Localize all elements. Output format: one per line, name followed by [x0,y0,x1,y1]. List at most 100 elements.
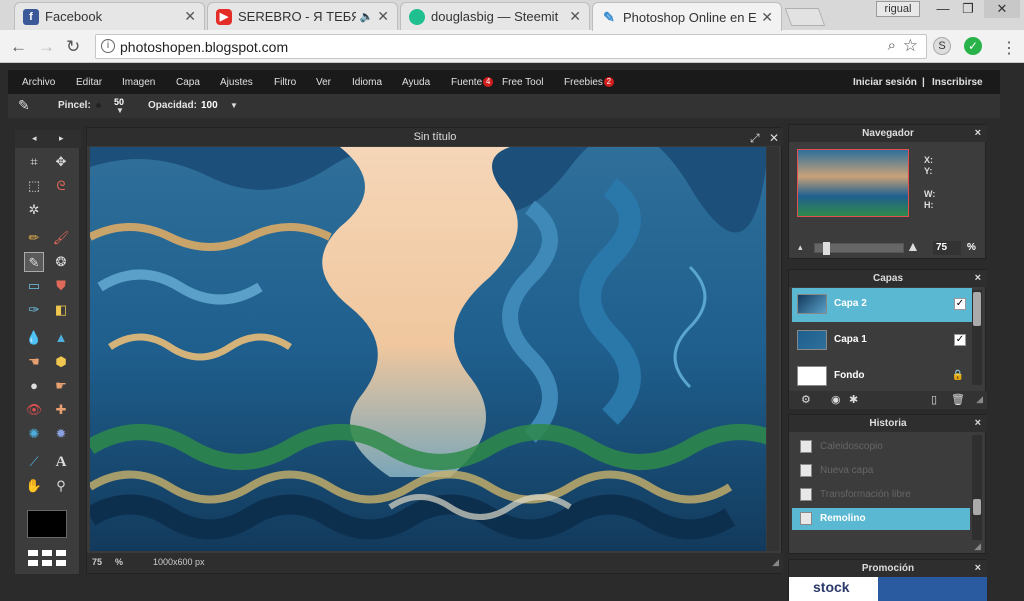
close-icon[interactable]: × [975,125,981,142]
close-icon[interactable]: × [975,415,981,432]
layer-style-icon[interactable]: ✱ [849,393,858,406]
crop-tool-icon[interactable]: ⌗ [24,152,44,172]
login-link[interactable]: Iniciar sesión [853,77,917,88]
layer-mask-icon[interactable]: ◉ [831,393,841,406]
layers-scrollbar[interactable] [972,290,982,385]
layer-capa-2[interactable]: Capa 2 ✓ [792,288,972,322]
close-window-icon[interactable]: ✕ [984,0,1020,18]
zoom-slider[interactable] [814,242,904,255]
pinch-tool-icon[interactable]: ✹ [51,424,71,444]
menu-idioma[interactable]: Idioma [352,77,382,88]
navigator-thumbnail[interactable] [797,149,909,217]
arrow-left-icon[interactable]: ◂ [32,133,37,144]
minimize-icon[interactable]: — [930,0,956,18]
navigator-zoom-input[interactable]: 75 [933,241,961,255]
layer-fondo[interactable]: Fondo 🔒 [792,360,972,394]
resize-grip-icon[interactable]: ◢ [976,394,983,405]
zoom-in-mountain-icon[interactable]: ▲ [906,238,920,254]
forward-icon[interactable]: → [38,37,55,57]
layer-settings-icon[interactable]: ⚙ [801,393,811,406]
bloat-tool-icon[interactable]: ✺ [24,424,44,444]
eraser-tool-icon[interactable]: ◧ [51,300,71,320]
burn-tool-icon[interactable]: ☛ [51,376,71,396]
menu-freebies[interactable]: Freebies 2 [564,77,614,88]
lasso-tool-icon[interactable]: ᘓ [51,176,71,196]
zoom-value[interactable]: 75 [92,557,102,567]
menu-imagen[interactable]: Imagen [122,77,155,88]
text-tool-icon[interactable]: A [51,452,71,472]
close-icon[interactable]: ✕ [184,8,196,25]
speaker-icon[interactable]: 🔈 [360,10,374,23]
zoom-icon[interactable]: ⌕ [888,37,896,54]
chevron-down-icon[interactable]: ▼ [230,101,238,110]
menu-editar[interactable]: Editar [76,77,102,88]
grid-layout-icon[interactable] [28,550,68,572]
resize-grip-icon[interactable]: ◢ [772,557,779,568]
menu-free-tool[interactable]: Free Tool [502,77,544,88]
address-bar[interactable]: i photoshopen.blogspot.com ⌕ ☆ [95,34,927,59]
spot-heal-icon[interactable]: ✚ [51,400,71,420]
tab-steemit[interactable]: douglasbig — Steemit ✕ [400,2,590,30]
magic-wand-icon[interactable]: ✲ [24,200,44,220]
history-item[interactable]: Nueva capa [792,460,970,482]
red-eye-tool-icon[interactable]: 👁 [24,400,44,420]
close-icon[interactable]: × [975,560,981,577]
clone-stamp-tool-icon[interactable]: ✎ [24,252,44,272]
color-replace-icon[interactable]: ❂ [51,252,71,272]
extension-check-icon[interactable]: ✓ [964,37,982,55]
zoom-tool-icon[interactable]: ⚲ [51,476,71,496]
opacity-value[interactable]: 100 [201,100,218,111]
history-item[interactable]: Transformación libre [792,484,970,506]
menu-ayuda[interactable]: Ayuda [402,77,430,88]
canvas-scrollbar[interactable] [767,147,779,551]
pen-tool-icon[interactable]: ⟋ [24,452,44,472]
tab-youtube[interactable]: ▶ SEREBRO - Я ТЕБЯ НЕ 🔈 ✕ [207,2,398,30]
back-icon[interactable]: ← [10,37,27,57]
new-layer-icon[interactable]: ▯ [931,393,937,406]
scrollbar-thumb[interactable] [973,499,981,515]
brush-tool-icon[interactable]: 🖌 [51,228,71,248]
history-item-selected[interactable]: Remolino [792,508,970,530]
move-tool-icon[interactable]: ✥ [51,152,71,172]
menu-archivo[interactable]: Archivo [22,77,55,88]
menu-filtro[interactable]: Filtro [274,77,296,88]
menu-capa[interactable]: Capa [176,77,200,88]
delete-layer-icon[interactable]: 🗑 [951,393,965,406]
layer-visibility-checkbox[interactable]: ✓ [954,298,966,310]
info-icon[interactable]: i [101,39,115,53]
menu-fuente[interactable]: Fuente 4 [451,77,494,88]
sharpen-tool-icon[interactable]: ▲ [51,328,71,348]
new-tab-button[interactable] [784,8,826,26]
extension-s-icon[interactable]: S [933,37,951,55]
signup-link[interactable]: Inscribirse [932,77,983,88]
bookmark-star-icon[interactable]: ☆ [903,36,918,56]
dropper-tool-icon[interactable]: ✑ [24,300,44,320]
foreground-color-swatch[interactable] [27,510,67,538]
dodge-tool-icon[interactable]: ● [24,376,44,396]
close-icon[interactable]: × [975,270,981,287]
profile-button[interactable]: rigual [876,1,920,17]
menu-ver[interactable]: Ver [316,77,331,88]
arrow-right-icon[interactable]: ▸ [59,133,64,144]
smudge-tool-icon[interactable]: ☚ [24,352,44,372]
restore-icon[interactable]: ❐ [955,0,981,18]
image-canvas[interactable] [90,147,766,551]
layer-visibility-checkbox[interactable]: ✓ [954,334,966,346]
tab-facebook[interactable]: f Facebook ✕ [14,2,205,30]
maximize-icon[interactable]: ⤢ [750,131,760,145]
scrollbar-thumb[interactable] [973,292,981,326]
chevron-down-icon[interactable]: ▼ [116,106,124,115]
stamp-tool-icon[interactable]: ⛊ [51,276,71,296]
tab-photoshop-online[interactable]: ✎ Photoshop Online en Esp ✕ [592,2,782,31]
menu-ajustes[interactable]: Ajustes [220,77,253,88]
resize-grip-icon[interactable]: ◢ [974,541,981,552]
blur-tool-icon[interactable]: 💧 [24,328,44,348]
marquee-tool-icon[interactable]: ⬚ [24,176,44,196]
gradient-tool-icon[interactable]: ▭ [24,276,44,296]
hand-tool-icon[interactable]: ✋ [24,476,44,496]
history-scrollbar[interactable] [972,435,982,540]
close-icon[interactable]: ✕ [569,8,581,25]
promo-banner[interactable]: stock [789,577,987,601]
close-icon[interactable]: ✕ [377,8,389,25]
close-icon[interactable]: ✕ [769,131,779,145]
